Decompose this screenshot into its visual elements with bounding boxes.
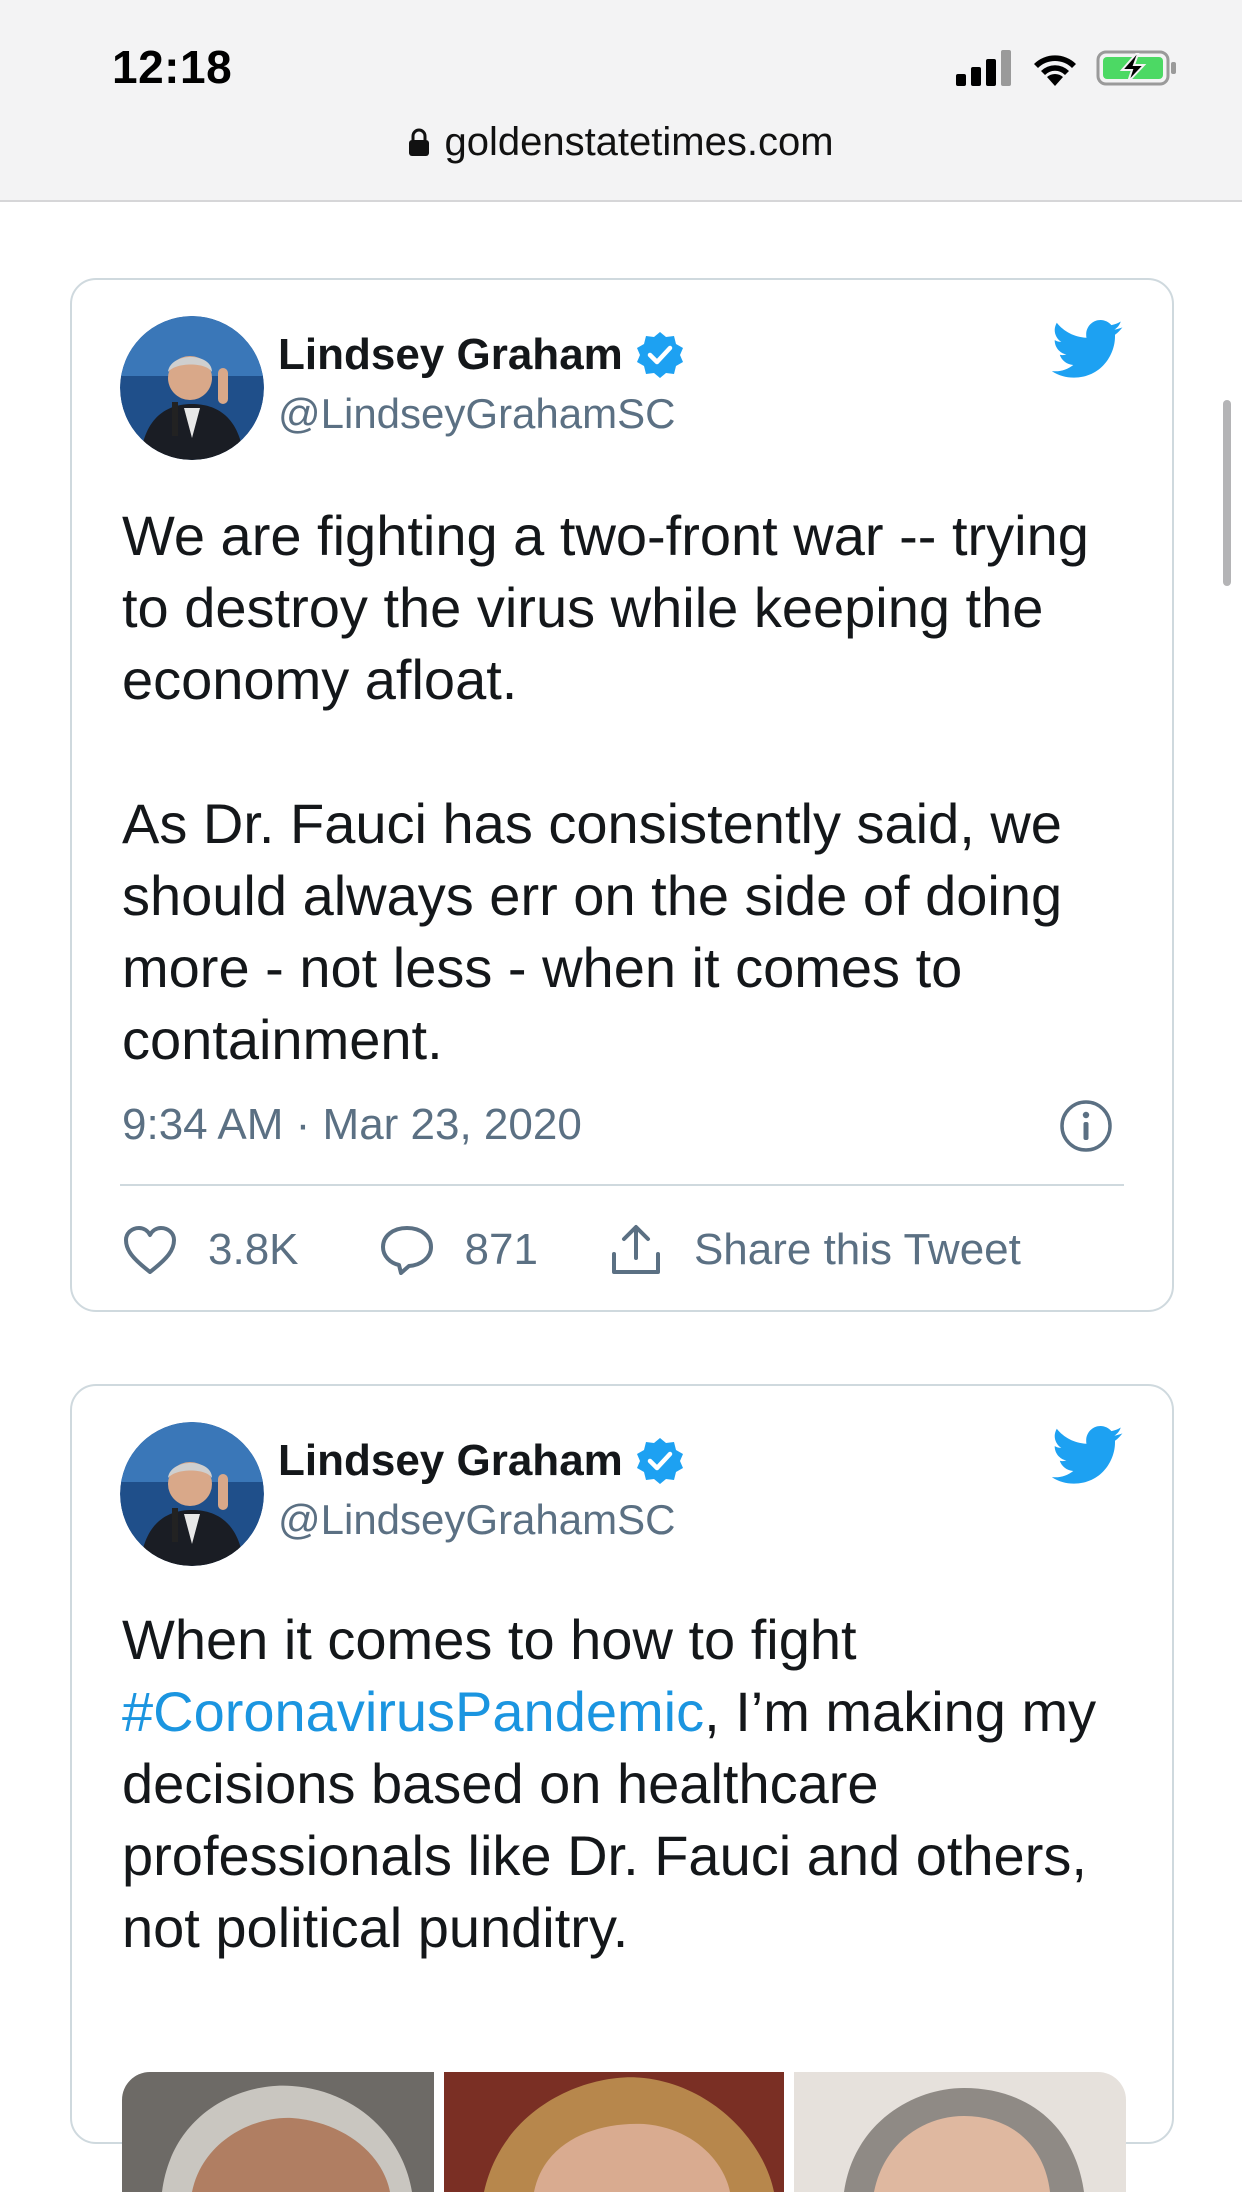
status-time: 12:18 [112,41,233,93]
share-label: Share this Tweet [693,1225,1021,1274]
verified-badge-icon [636,332,683,378]
reply-button[interactable]: 871 [379,1223,608,1277]
share-button[interactable]: Share this Tweet [608,1222,1021,1278]
display-name-text: Lindsey Graham [278,330,623,379]
user-handle[interactable]: @LindseyGrahamSC [278,390,675,438]
url-text: goldenstatetimes.com [444,119,834,164]
user-handle[interactable]: @LindseyGrahamSC [278,1496,675,1544]
reply-bubble-icon [380,1226,433,1275]
verified-badge-icon [636,1438,683,1484]
url-bar[interactable]: goldenstatetimes.com [0,116,1242,168]
heart-icon [124,1226,176,1274]
tweet-card[interactable]: Lindsey Graham @LindseyGrahamSC When it … [70,1384,1174,2192]
tweet-text: We are fighting a two-front war -- tryin… [122,500,1132,1076]
display-name-text: Lindsey Graham [278,1436,623,1485]
tweet-actions: 3.8K 871 Share this Tweet [122,1218,1021,1282]
media-grid[interactable] [122,2072,1126,2192]
tweet-paragraph: We are fighting a two-front war -- tryin… [122,504,1089,711]
twitter-bird-icon[interactable] [1052,1426,1124,1486]
twitter-bird-icon[interactable] [1052,320,1124,380]
media-image[interactable] [444,2072,784,2192]
browser-top-bar: 12:18 goldenstatetimes.com [0,0,1242,202]
media-image[interactable] [122,2072,434,2192]
divider [120,1184,1124,1186]
tweet-timestamp[interactable]: 9:34 AM · Mar 23, 2020 [122,1100,582,1150]
tweet-card[interactable]: Lindsey Graham @LindseyGrahamSC We are f… [70,278,1174,1312]
tweet-paragraph: As Dr. Fauci has consistently said, we s… [122,792,1063,1071]
like-button[interactable]: 3.8K [122,1224,379,1276]
tweet-text-before: When it comes to how to fight [122,1608,857,1671]
tweet-text: When it comes to how to fight #Coronavir… [122,1604,1132,1964]
hashtag-link[interactable]: #CoronavirusPandemic [122,1680,704,1743]
media-image[interactable] [794,2072,1126,2192]
battery-charging-icon [1096,50,1176,86]
share-icon [611,1225,660,1274]
display-name[interactable]: Lindsey Graham [278,330,685,380]
signal-icon [956,50,1011,86]
scroll-indicator[interactable] [1223,400,1231,586]
wifi-icon [1034,55,1076,86]
like-count: 3.8K [208,1225,299,1274]
avatar[interactable] [120,1422,264,1566]
reply-count: 871 [464,1225,538,1274]
display-name[interactable]: Lindsey Graham [278,1436,685,1486]
tweet-paragraph: When it comes to how to fight #Coronavir… [122,1604,1132,1964]
avatar[interactable] [120,316,264,460]
info-icon[interactable] [1058,1098,1114,1154]
lock-icon [409,128,430,156]
